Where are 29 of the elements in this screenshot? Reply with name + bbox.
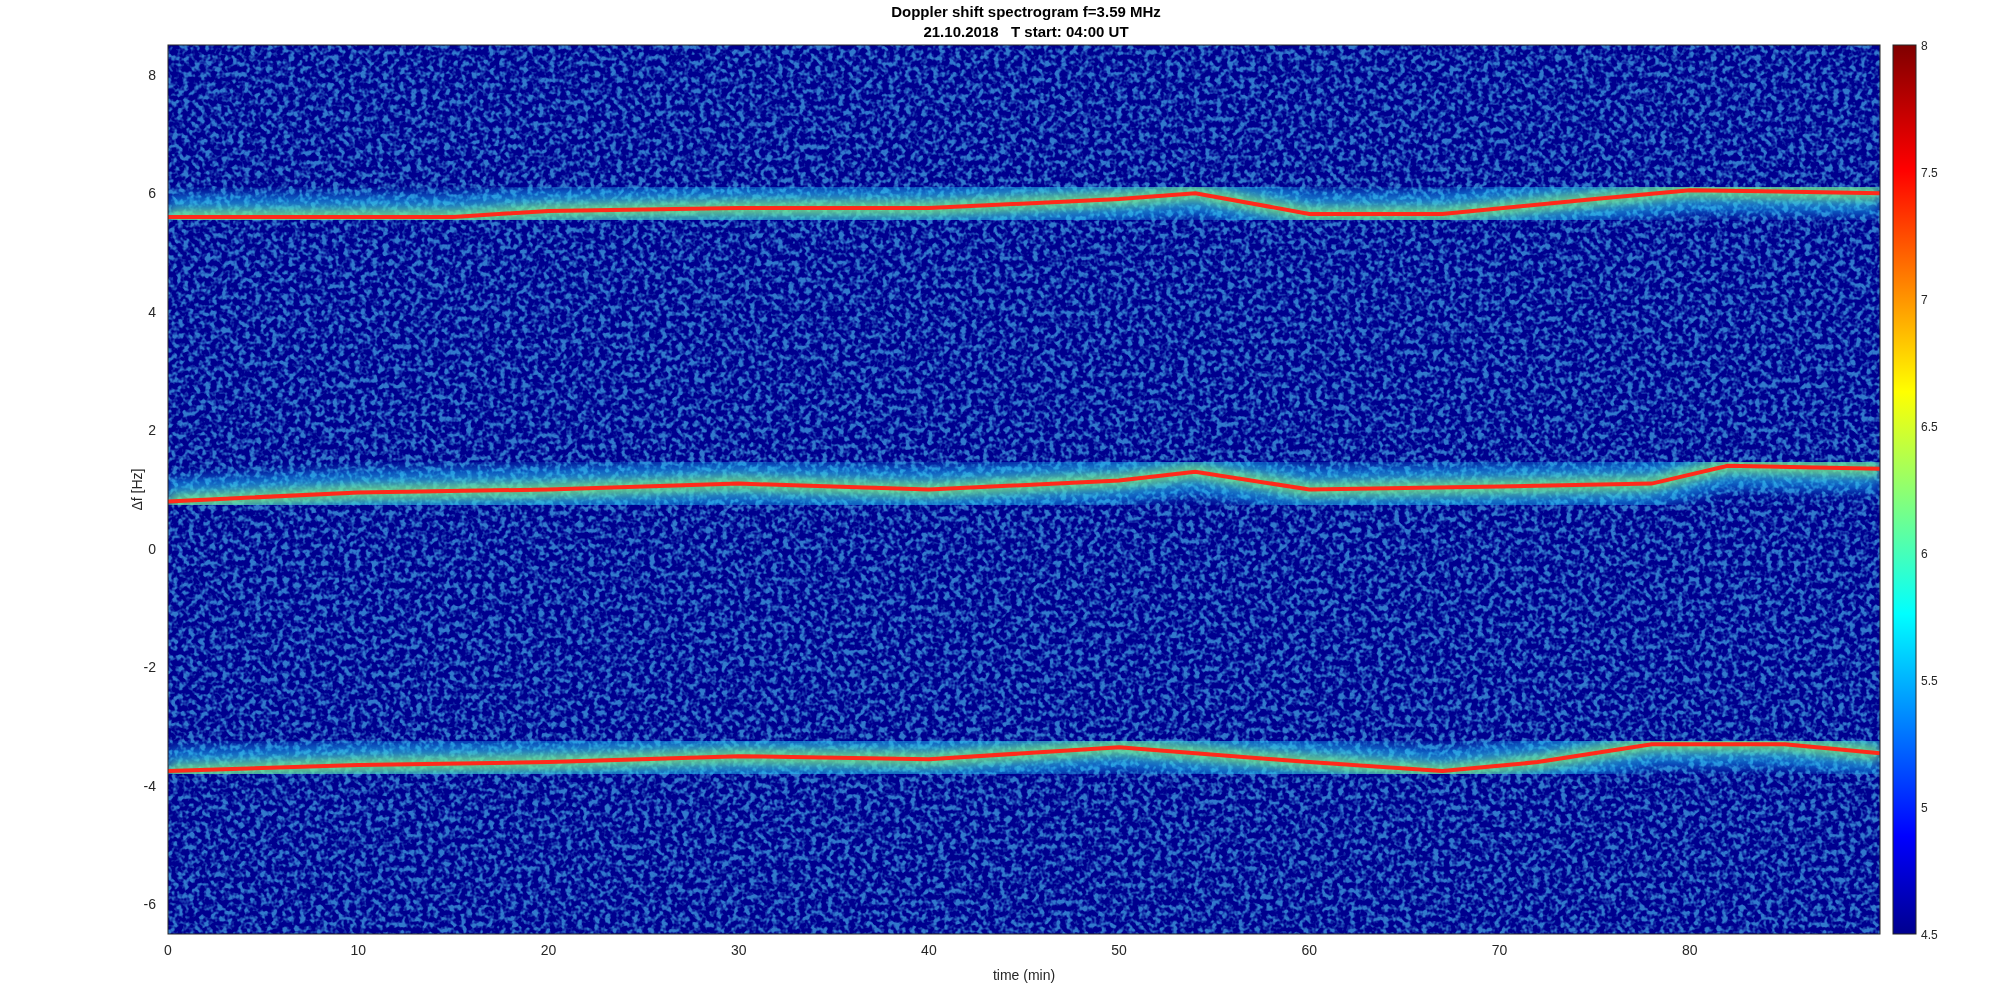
colorbar-tick-label: 5.5 [1921, 674, 1938, 688]
colorbar-tick-label: 7.5 [1921, 166, 1938, 180]
colorbar-tick-label: 8 [1921, 39, 1928, 53]
y-tick-label: -6 [143, 896, 156, 913]
y-tick-label: -4 [143, 777, 156, 794]
x-tick-label: 10 [350, 942, 366, 958]
colorbar-tick-label: 6.5 [1921, 420, 1938, 434]
x-tick-label: 40 [921, 942, 937, 958]
y-tick-label: 0 [148, 540, 156, 557]
x-tick-label: 70 [1491, 942, 1508, 958]
x-tick-label: 50 [1111, 942, 1127, 958]
chart-subtitle: 21.10.2018 T start: 04:00 UT [923, 23, 1129, 40]
colorbar-tick-label: 4.5 [1921, 928, 1938, 942]
y-tick-label: 8 [148, 66, 156, 83]
x-tick-label: 20 [540, 942, 557, 958]
chart-title: Doppler shift spectrogram f=3.59 MHz [891, 3, 1161, 20]
x-axis-label: time (min) [992, 967, 1056, 983]
x-tick-label: 30 [730, 942, 747, 958]
y-axis-label: Δf [Hz] [129, 468, 145, 511]
x-tick-label: 60 [1301, 942, 1318, 958]
y-tick-label: 4 [148, 303, 156, 320]
colorbar-tick-label: 7 [1921, 293, 1928, 307]
y-tick-label: 6 [148, 185, 156, 202]
colorbar-tick-label: 6 [1921, 547, 1928, 561]
x-tick-label: 80 [1682, 942, 1698, 958]
y-tick-label: 2 [148, 422, 156, 439]
colorbar-tick-label: 5 [1921, 801, 1928, 815]
y-tick-label: -2 [143, 659, 156, 676]
x-tick-label: 0 [164, 942, 172, 958]
